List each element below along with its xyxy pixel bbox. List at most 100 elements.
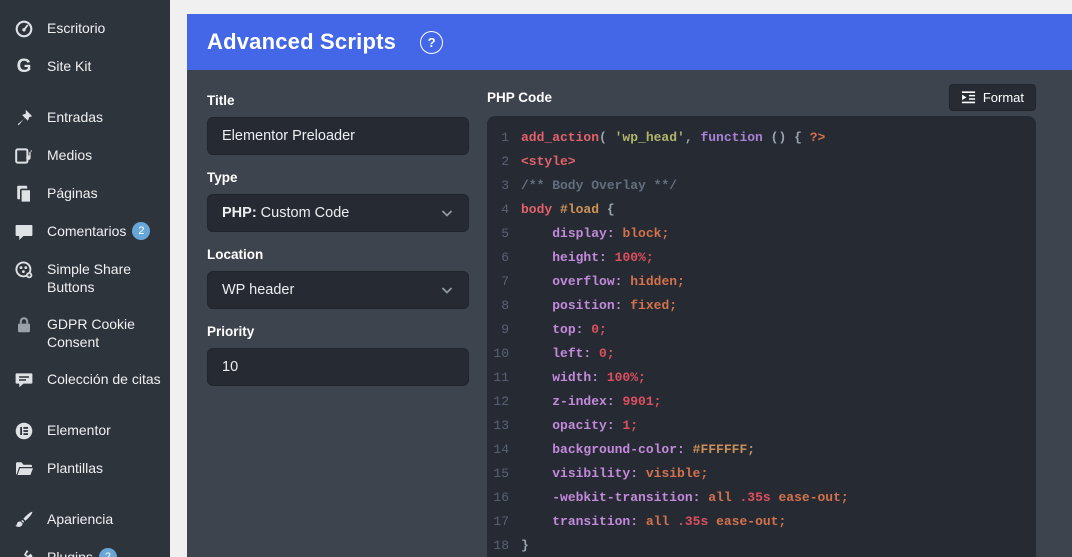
sidebar-item-plugins[interactable]: Plugins 2 [0, 539, 170, 557]
priority-label: Priority [207, 324, 255, 339]
code-line-content: /** Body Overlay **/ [521, 178, 678, 193]
line-number: 12 [493, 394, 509, 409]
line-number: 18 [493, 538, 509, 553]
sidebar-item-label: Comentarios 2 [47, 222, 166, 241]
code-section: PHP Code Format 1 add_action( 'wp_head', … [487, 83, 1036, 557]
line-number: 7 [501, 274, 509, 289]
code-line: 11 width: 100%; [487, 366, 1036, 390]
sidebar-item-páginas[interactable]: Páginas [0, 175, 170, 213]
brush-icon [14, 510, 34, 530]
line-number: 10 [493, 346, 509, 361]
code-line-content: position: fixed; [552, 298, 678, 313]
code-line-content: <style> [521, 154, 576, 169]
sidebar-item-simple-share-buttons[interactable]: Simple Share Buttons [0, 251, 170, 306]
location-select[interactable]: WP header [207, 271, 469, 309]
count-badge: 2 [98, 548, 117, 557]
format-button[interactable]: Format [948, 83, 1036, 111]
line-number: 17 [493, 514, 509, 529]
code-line-content: z-index: 9901; [552, 394, 662, 409]
code-header-row: PHP Code Format [487, 83, 1036, 111]
line-number: 9 [501, 322, 509, 337]
chevron-down-icon [440, 206, 454, 220]
chevron-down-icon [440, 283, 454, 297]
code-line: 9 top: 0; [487, 318, 1036, 342]
plugin-header: Advanced Scripts ? [187, 14, 1072, 70]
priority-input[interactable]: 10 [207, 348, 469, 386]
sidebar-item-label: Plugins 2 [47, 548, 166, 557]
code-line: 13 opacity: 1; [487, 414, 1036, 438]
count-badge: 2 [132, 222, 151, 241]
line-number: 6 [501, 250, 509, 265]
sidebar-item-elementor[interactable]: Elementor [0, 412, 170, 450]
php-code-label: PHP Code [487, 89, 553, 105]
type-select[interactable]: PHP: Custom Code [207, 194, 469, 232]
code-line: 6 height: 100%; [487, 246, 1036, 270]
sidebar-item-label: Entradas [47, 109, 104, 125]
php-code-editor[interactable]: 1 add_action( 'wp_head', function () { ?>… [487, 116, 1036, 557]
lock-icon [14, 315, 34, 335]
code-line-content: add_action( 'wp_head', function () { ?> [521, 130, 826, 145]
type-label: Type [207, 170, 238, 185]
code-line: 18} [487, 534, 1036, 557]
code-line: 4 body #load { [487, 198, 1036, 222]
sidebar-item-label: Apariencia [47, 510, 114, 527]
priority-value: 10 [222, 359, 239, 375]
code-line-content: height: 100%; [552, 250, 654, 265]
sidebar-item-plantillas[interactable]: Plantillas [0, 450, 170, 488]
line-number: 8 [501, 298, 509, 313]
folder-icon [14, 459, 34, 479]
sidebar-item-comentarios[interactable]: Comentarios 2 [0, 213, 170, 251]
code-line: 1 add_action( 'wp_head', function () { ?> [487, 126, 1036, 150]
sidebar-item-label: Medios [47, 147, 93, 163]
location-value: WP header [222, 282, 295, 298]
sidebar-item-apariencia[interactable]: Apariencia [0, 501, 170, 539]
type-value: PHP: Custom Code [222, 205, 350, 221]
panel-body: Title Elementor Preloader Type PHP: Cust… [187, 70, 1072, 557]
line-number: 16 [493, 490, 509, 505]
code-line-content: top: 0; [552, 322, 607, 337]
sidebar-item-medios[interactable]: Medios [0, 137, 170, 175]
script-settings-form: Title Elementor Preloader Type PHP: Cust… [207, 83, 469, 557]
sidebar-item-escritorio[interactable]: Escritorio [0, 10, 170, 48]
location-label: Location [207, 247, 264, 262]
elementor-icon [14, 421, 34, 441]
help-icon[interactable]: ? [420, 30, 444, 54]
sidebar-item-colección-de-citas[interactable]: Colección de citas [0, 361, 170, 399]
line-number: 13 [493, 418, 509, 433]
share-icon [14, 260, 34, 280]
sidebar-item-entradas[interactable]: Entradas [0, 99, 170, 137]
sidebar-item-label: Colección de citas [47, 370, 161, 387]
line-number: 15 [493, 466, 509, 481]
title-label: Title [207, 93, 235, 108]
code-line: 12 z-index: 9901; [487, 390, 1036, 414]
line-number: 3 [501, 178, 509, 193]
advanced-scripts-panel: Advanced Scripts ? Title Elementor Prelo… [187, 14, 1072, 557]
admin-content-area: Advanced Scripts ? Title Elementor Prelo… [170, 0, 1072, 557]
dashboard-icon [14, 19, 34, 39]
code-line-content: overflow: hidden; [552, 274, 685, 289]
sidebar-item-label: Site Kit [47, 58, 92, 74]
code-line: 10 left: 0; [487, 342, 1036, 366]
pages-icon [14, 184, 34, 204]
plugin-icon [14, 548, 34, 557]
sidebar-item-site-kit[interactable]: G Site Kit [0, 48, 170, 86]
code-line-content: display: block; [552, 226, 670, 241]
code-line-content: -webkit-transition: all .35s ease-out; [552, 490, 849, 505]
line-number: 14 [493, 442, 509, 457]
sidebar-item-label: Escritorio [47, 20, 106, 36]
line-number: 11 [493, 370, 509, 385]
sidebar-item-label: Elementor [47, 421, 111, 438]
code-line: 3 /** Body Overlay **/ [487, 174, 1036, 198]
title-value: Elementor Preloader [222, 128, 355, 144]
title-input[interactable]: Elementor Preloader [207, 117, 469, 155]
format-indent-icon [961, 90, 975, 103]
admin-sidebar: Escritorio G Site Kit Entradas Medios Páginas… [0, 0, 170, 557]
code-line: 5 display: block; [487, 222, 1036, 246]
sidebar-item-label: Simple Share Buttons [47, 261, 132, 296]
code-line: 14 background-color: #FFFFFF; [487, 438, 1036, 462]
line-number: 4 [501, 202, 509, 217]
sidebar-item-label: Plantillas [47, 459, 104, 476]
code-line: 17 transition: all .35s ease-out; [487, 510, 1036, 534]
code-line-content: left: 0; [552, 346, 615, 361]
sidebar-item-gdpr-cookie-consent[interactable]: GDPR Cookie Consent [0, 306, 170, 361]
